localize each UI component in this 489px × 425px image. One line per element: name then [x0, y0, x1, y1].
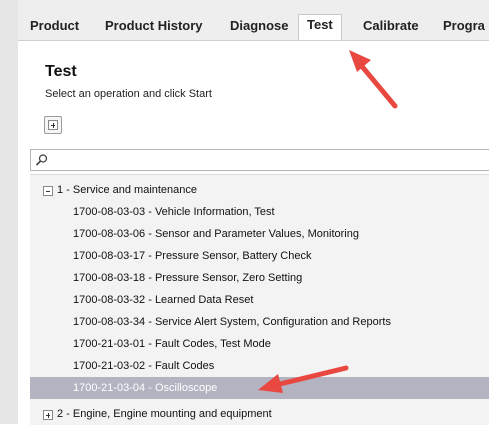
- search-bar[interactable]: [30, 149, 489, 171]
- tree-item[interactable]: 1700-21-03-01 - Fault Codes, Test Mode: [30, 333, 489, 355]
- left-edge-panel: [0, 0, 19, 424]
- tab-diagnose[interactable]: Diagnose: [230, 16, 289, 40]
- tree-group-label: 1 - Service and maintenance: [57, 184, 198, 196]
- tree-group-service-maintenance[interactable]: 1 - Service and maintenance: [30, 179, 489, 201]
- tree-group-label: 2 - Engine, Engine mounting and equipmen…: [57, 408, 272, 420]
- tree-item[interactable]: 1700-08-03-17 - Pressure Sensor, Battery…: [30, 245, 489, 267]
- tab-product-history[interactable]: Product History: [105, 16, 203, 40]
- collapse-icon[interactable]: [43, 186, 53, 196]
- tree-group-engine[interactable]: 2 - Engine, Engine mounting and equipmen…: [30, 403, 489, 425]
- tab-calibrate[interactable]: Calibrate: [363, 16, 419, 40]
- tab-bar: Product Product History Diagnose Test Ca…: [18, 0, 489, 41]
- magnifier-icon: [35, 154, 48, 166]
- annotation-arrow-icon: [258, 365, 349, 393]
- tree-item[interactable]: 1700-08-03-18 - Pressure Sensor, Zero Se…: [30, 267, 489, 289]
- search-input[interactable]: [53, 151, 487, 169]
- tab-programming[interactable]: Progra: [443, 16, 485, 40]
- annotation-arrow-icon: [349, 50, 398, 109]
- tree-item[interactable]: 1700-08-03-34 - Service Alert System, Co…: [30, 311, 489, 333]
- tree-item[interactable]: 1700-08-03-06 - Sensor and Parameter Val…: [30, 223, 489, 245]
- expand-icon[interactable]: [43, 410, 53, 420]
- page-title: Test: [45, 63, 77, 80]
- page-subtitle: Select an operation and click Start: [45, 88, 212, 100]
- tree-item[interactable]: 1700-08-03-03 - Vehicle Information, Tes…: [30, 201, 489, 223]
- expand-all-button[interactable]: [44, 116, 62, 134]
- plus-box-icon: [48, 120, 58, 130]
- tree-item[interactable]: 1700-08-03-32 - Learned Data Reset: [30, 289, 489, 311]
- tab-product[interactable]: Product: [30, 16, 79, 40]
- tab-test[interactable]: Test: [298, 14, 342, 40]
